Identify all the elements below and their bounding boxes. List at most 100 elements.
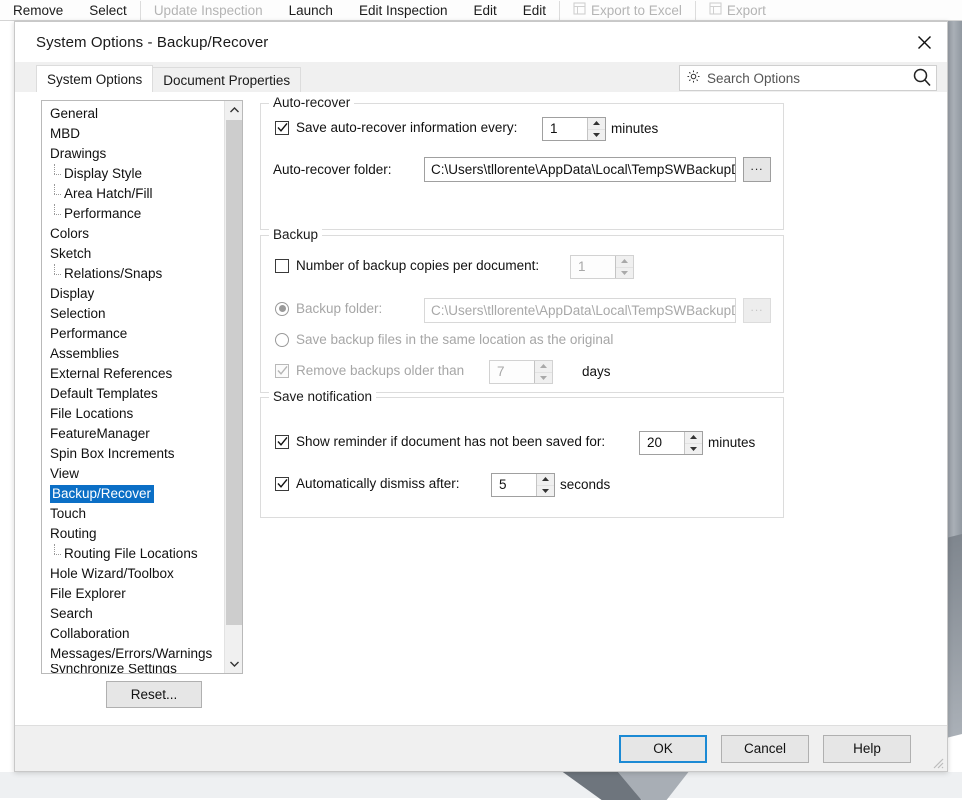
scroll-down-icon[interactable]	[225, 655, 243, 673]
sidebar-item-routing[interactable]: Routing	[42, 524, 224, 544]
dialog-title: System Options - Backup/Recover	[36, 34, 268, 51]
sidebar-item-search[interactable]: Search	[42, 604, 224, 624]
toolbar-item-update-inspection: Update Inspection	[141, 0, 276, 21]
auto-dismiss-seconds-spinner[interactable]	[491, 473, 555, 497]
sidebar-item-drawings[interactable]: Drawings	[42, 144, 224, 164]
auto-recover-folder-label: Auto-recover folder:	[273, 162, 392, 177]
search-icon[interactable]	[912, 67, 932, 90]
reset-button[interactable]: Reset...	[106, 681, 202, 708]
save-auto-recover-checkbox[interactable]	[275, 121, 289, 135]
sidebar-item-file-explorer[interactable]: File Explorer	[42, 584, 224, 604]
ok-button[interactable]: OK	[619, 735, 707, 763]
auto-recover-interval-spinner[interactable]	[542, 117, 606, 141]
spinner-up-icon[interactable]	[616, 256, 633, 268]
sidebar-item-mbd[interactable]: MBD	[42, 124, 224, 144]
remove-backups-days-spinner[interactable]	[489, 360, 553, 384]
spinner-down-icon[interactable]	[588, 130, 605, 141]
search-input[interactable]	[701, 71, 912, 86]
backup-copies-row: Number of backup copies per document:	[275, 258, 539, 273]
backup-same-location-label: Save backup files in the same location a…	[296, 332, 613, 347]
sidebar-item-external-references[interactable]: External References	[42, 364, 224, 384]
reminder-minutes-value[interactable]	[640, 432, 684, 454]
show-reminder-label: Show reminder if document has not been s…	[296, 434, 605, 449]
backup-copies-checkbox[interactable]	[275, 259, 289, 273]
backup-copies-value[interactable]	[571, 256, 615, 278]
auto-dismiss-checkbox[interactable]	[275, 477, 289, 491]
options-category-list: GeneralMBDDrawings Display Style Area Hatc…	[42, 101, 224, 673]
toolbar-item-label: Update Inspection	[154, 3, 263, 18]
sidebar-item-messages-errors-warnings[interactable]: Messages/Errors/Warnings	[42, 644, 224, 664]
toolbar-item-edit[interactable]: Edit	[461, 0, 510, 21]
backup-browse-button[interactable]: ...	[743, 298, 771, 323]
backup-folder-field[interactable]: C:\Users\tllorente\AppData\Local\TempSWB…	[424, 298, 736, 323]
backup-folder-radio[interactable]	[275, 302, 289, 316]
tree-scrollbar[interactable]	[224, 101, 242, 673]
auto-recover-folder-field[interactable]: C:\Users\tllorente\AppData\Local\TempSWB…	[424, 157, 736, 182]
close-icon[interactable]	[901, 22, 947, 62]
spinner-up-icon[interactable]	[537, 474, 554, 486]
sidebar-item-collaboration[interactable]: Collaboration	[42, 624, 224, 644]
tab-document-properties[interactable]: Document Properties	[152, 67, 301, 92]
toolbar-item-edit[interactable]: Edit	[510, 0, 559, 21]
sidebar-item-selection[interactable]: Selection	[42, 304, 224, 324]
tab-system-options[interactable]: System Options	[36, 65, 153, 92]
toolbar-item-remove[interactable]: Remove	[0, 0, 76, 21]
sidebar-item-relations-snaps[interactable]: Relations/Snaps	[42, 264, 224, 284]
toolbar-item-label: Export to Excel	[591, 3, 682, 18]
sidebar-item-synchronize-settings[interactable]: Synchronize Settings	[42, 664, 224, 673]
backup-same-location-radio[interactable]	[275, 333, 289, 347]
sidebar-item-hole-wizard-toolbox[interactable]: Hole Wizard/Toolbox	[42, 564, 224, 584]
spinner-down-icon[interactable]	[537, 486, 554, 497]
scroll-up-icon[interactable]	[225, 101, 243, 119]
sidebar-item-assemblies[interactable]: Assemblies	[42, 344, 224, 364]
save-auto-recover-row: Save auto-recover information every:	[275, 120, 517, 135]
sidebar-item-label: Area Hatch/Fill	[64, 186, 153, 201]
toolbar-item-launch[interactable]: Launch	[276, 0, 346, 21]
cancel-button[interactable]: Cancel	[721, 735, 809, 763]
help-button[interactable]: Help	[823, 735, 911, 763]
sidebar-item-colors[interactable]: Colors	[42, 224, 224, 244]
sidebar-item-file-locations[interactable]: File Locations	[42, 404, 224, 424]
sidebar-item-label: Synchronize Settings	[50, 664, 177, 673]
sidebar-item-label: Display Style	[64, 166, 142, 181]
sidebar-item-backup-recover[interactable]: Backup/Recover	[42, 484, 224, 504]
sidebar-item-label: External References	[50, 366, 172, 381]
sidebar-item-spin-box-increments[interactable]: Spin Box Increments	[42, 444, 224, 464]
sidebar-item-display-style[interactable]: Display Style	[42, 164, 224, 184]
show-reminder-checkbox[interactable]	[275, 435, 289, 449]
auto-recover-browse-button[interactable]: ...	[743, 157, 771, 182]
spinner-up-icon[interactable]	[685, 432, 702, 444]
spinner-down-icon[interactable]	[685, 444, 702, 455]
toolbar-item-edit-inspection[interactable]: Edit Inspection	[346, 0, 461, 21]
sidebar-item-touch[interactable]: Touch	[42, 504, 224, 524]
remove-backups-checkbox[interactable]	[275, 364, 289, 378]
remove-backups-days-value[interactable]	[490, 361, 534, 383]
spinner-down-icon[interactable]	[535, 373, 552, 384]
spinner-up-icon[interactable]	[588, 118, 605, 130]
sidebar-item-sketch[interactable]: Sketch	[42, 244, 224, 264]
save-auto-recover-label: Save auto-recover information every:	[296, 120, 517, 135]
sidebar-item-routing-file-locations[interactable]: Routing File Locations	[42, 544, 224, 564]
spinner-up-icon[interactable]	[535, 361, 552, 373]
resize-grip[interactable]	[930, 755, 944, 769]
sidebar-item-display[interactable]: Display	[42, 284, 224, 304]
spinner-down-icon[interactable]	[616, 268, 633, 279]
backup-copies-spinner[interactable]	[570, 255, 634, 279]
sidebar-item-area-hatch-fill[interactable]: Area Hatch/Fill	[42, 184, 224, 204]
sidebar-item-label: Collaboration	[50, 626, 130, 641]
reminder-minutes-spinner[interactable]	[639, 431, 703, 455]
search-options-box[interactable]	[679, 65, 937, 91]
sidebar-item-performance[interactable]: Performance	[42, 324, 224, 344]
options-category-tree[interactable]: GeneralMBDDrawings Display Style Area Hatc…	[41, 100, 243, 674]
sidebar-item-default-templates[interactable]: Default Templates	[42, 384, 224, 404]
sidebar-item-general[interactable]: General	[42, 104, 224, 124]
sidebar-item-featuremanager[interactable]: FeatureManager	[42, 424, 224, 444]
sidebar-item-view[interactable]: View	[42, 464, 224, 484]
sidebar-item-performance[interactable]: Performance	[42, 204, 224, 224]
auto-recover-interval-value[interactable]	[543, 118, 587, 140]
toolbar-item-select[interactable]: Select	[76, 0, 140, 21]
toolbar-item-label: Select	[89, 3, 127, 18]
auto-recover-group-title: Auto-recover	[269, 95, 354, 110]
tree-scrollbar-thumb[interactable]	[226, 120, 242, 625]
auto-dismiss-seconds-value[interactable]	[492, 474, 536, 496]
